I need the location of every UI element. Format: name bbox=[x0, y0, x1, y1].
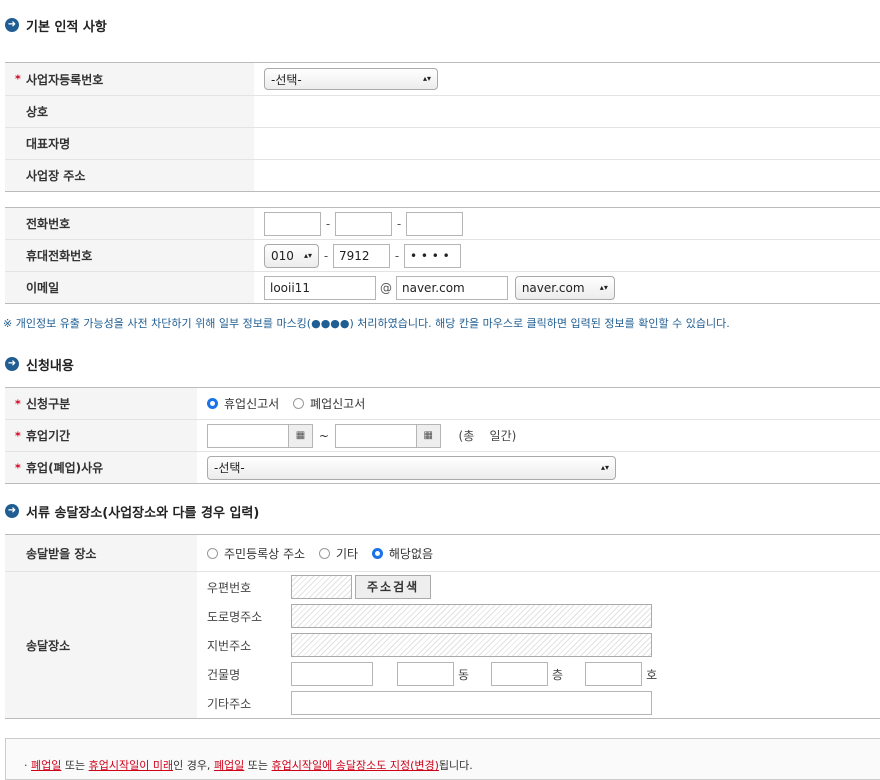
building-name-label: 건물명 bbox=[207, 667, 241, 682]
radio-selected-icon bbox=[371, 547, 383, 559]
calendar-icon[interactable]: ▦ bbox=[416, 423, 441, 448]
business-address-label: 사업장 주소 bbox=[5, 159, 254, 192]
arrow-circle-icon: ➜ bbox=[5, 18, 19, 32]
building-name-input[interactable] bbox=[291, 662, 373, 686]
dong-input[interactable] bbox=[397, 662, 454, 686]
radio-business-closure[interactable]: 폐업신고서 bbox=[293, 395, 365, 412]
delivery-place-label: 송달장소 bbox=[5, 571, 197, 719]
email-domain-select[interactable]: naver.com ▴▾ bbox=[514, 275, 615, 300]
delivery-notice: · 폐업일 또는 휴업시작일이 미래인 경우, 폐업일 또는 휴업시작일에 송달… bbox=[24, 759, 473, 772]
mobile-label: 휴대전화번호 bbox=[5, 239, 254, 272]
radio-resident-address[interactable]: 주민등록상 주소 bbox=[207, 545, 305, 562]
period-start-input[interactable] bbox=[207, 423, 289, 448]
email-domain-input[interactable]: naver.com bbox=[396, 275, 508, 300]
road-address-label: 도로명주소 bbox=[207, 609, 263, 624]
required-mark: * bbox=[15, 72, 21, 86]
delivery-table: 송달받을 장소 주민등록상 주소 기타 해당없음 송달장소 우편번호 주소검색 bbox=[5, 534, 880, 719]
contact-table: 전화번호 -- 휴대전화번호 010 ▴▾ -7912- • • • • 이메일 … bbox=[5, 207, 880, 304]
select-arrow-icon: ▴▾ bbox=[303, 250, 312, 260]
basic-info-table: * 사업자등록번호 -선택- ▴▾ 상호 대표자명 사업장 주소 bbox=[5, 62, 880, 192]
radio-closure-suspension[interactable]: 휴업신고서 bbox=[207, 395, 279, 412]
application-table: * 신청구분 휴업신고서 폐업신고서 * 휴업기간 ▦ ~ ▦ (총 일간) *… bbox=[5, 387, 880, 484]
select-arrow-icon: ▴▾ bbox=[599, 282, 608, 292]
arrow-circle-icon: ➜ bbox=[5, 504, 19, 518]
phone-input-3[interactable] bbox=[406, 211, 463, 236]
business-number-select[interactable]: -선택- ▴▾ bbox=[264, 68, 438, 90]
application-type-label: * 신청구분 bbox=[5, 387, 197, 420]
lot-address-input bbox=[291, 633, 652, 657]
section-title-application: ➜ 신청내용 bbox=[5, 354, 74, 374]
delivery-notice-box: · 폐업일 또는 휴업시작일이 미래인 경우, 폐업일 또는 휴업시작일에 송달… bbox=[5, 738, 880, 780]
company-value bbox=[254, 95, 880, 128]
road-address-input bbox=[291, 604, 652, 628]
phone-label: 전화번호 bbox=[5, 207, 254, 240]
etc-address-label: 기타주소 bbox=[207, 696, 252, 711]
suspension-period-label: * 휴업기간 bbox=[5, 419, 197, 452]
representative-label: 대표자명 bbox=[5, 127, 254, 160]
postal-code-label: 우편번호 bbox=[207, 580, 252, 595]
business-number-label: * 사업자등록번호 bbox=[5, 62, 254, 96]
email-id-input[interactable]: looii11 bbox=[264, 275, 376, 300]
radio-other[interactable]: 기타 bbox=[318, 545, 358, 562]
address-search-button[interactable]: 주소검색 bbox=[355, 575, 432, 599]
company-label: 상호 bbox=[5, 95, 254, 128]
radio-icon bbox=[207, 547, 218, 559]
phone-input-1[interactable] bbox=[264, 211, 321, 236]
postal-code-input bbox=[291, 575, 352, 599]
lot-address-label: 지번주소 bbox=[207, 638, 252, 653]
radio-icon bbox=[318, 547, 330, 559]
phone-input-2[interactable] bbox=[335, 211, 392, 236]
section-title-basic: ➜ 기본 인적 사항 bbox=[5, 15, 107, 35]
representative-value bbox=[254, 127, 880, 160]
section-title-delivery: ➜ 서류 송달장소(사업장소와 다를 경우 입력) bbox=[5, 501, 259, 521]
reason-label: * 휴업(폐업)사유 bbox=[5, 451, 197, 484]
mobile-prefix-select[interactable]: 010 ▴▾ bbox=[264, 243, 319, 268]
floor-input[interactable] bbox=[491, 662, 549, 686]
select-arrow-icon: ▴▾ bbox=[600, 462, 609, 472]
radio-selected-icon bbox=[207, 398, 218, 409]
radio-icon bbox=[293, 398, 305, 409]
business-address-value bbox=[254, 159, 880, 192]
etc-address-input[interactable] bbox=[291, 691, 652, 715]
mobile-last-input[interactable]: • • • • bbox=[404, 243, 461, 268]
mobile-mid-input[interactable]: 7912 bbox=[333, 243, 390, 268]
period-total: (총 일간) bbox=[458, 429, 517, 443]
radio-not-applicable[interactable]: 해당없음 bbox=[371, 545, 433, 562]
arrow-circle-icon: ➜ bbox=[5, 357, 19, 371]
ho-input[interactable] bbox=[585, 662, 643, 686]
calendar-icon[interactable]: ▦ bbox=[289, 423, 313, 448]
email-label: 이메일 bbox=[5, 271, 254, 304]
masking-notice: ※ 개인정보 유출 가능성을 사전 차단하기 위해 일부 정보를 마스킹(●●●… bbox=[3, 317, 730, 330]
select-arrow-icon: ▴▾ bbox=[422, 74, 431, 83]
period-end-input[interactable] bbox=[334, 423, 417, 448]
reason-select[interactable]: -선택- ▴▾ bbox=[207, 455, 616, 480]
receive-place-label: 송달받을 장소 bbox=[5, 534, 197, 572]
